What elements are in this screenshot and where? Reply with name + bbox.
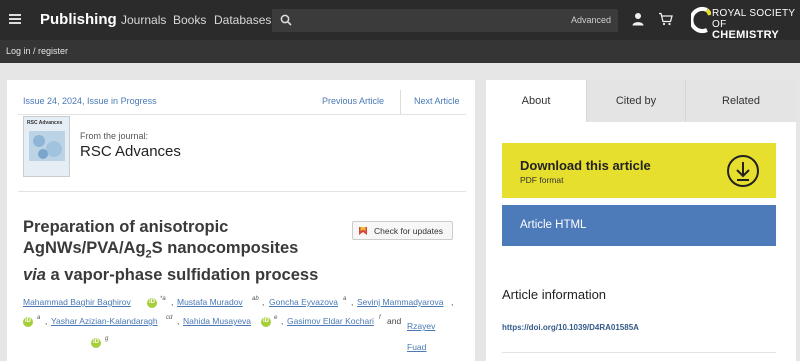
tab-about[interactable]: About (486, 80, 586, 122)
tab-cited-by[interactable]: Cited by (586, 80, 685, 122)
author-link[interactable]: Mustafa Muradov (177, 297, 243, 307)
check-for-updates-button[interactable]: Check for updates (352, 221, 453, 240)
divider (18, 114, 466, 115)
brand-title[interactable]: Publishing (40, 11, 117, 28)
nav-divider (400, 90, 401, 114)
sub-bar (0, 40, 800, 63)
search-input[interactable] (300, 11, 540, 29)
nav-databases[interactable]: Databases (214, 13, 271, 27)
article-html-button[interactable]: Article HTML (502, 205, 776, 246)
article-information-heading: Article information (502, 287, 607, 302)
nav-journals[interactable]: Journals (121, 13, 166, 27)
orcid-icon[interactable]: iD (147, 298, 157, 308)
advanced-search-link[interactable]: Advanced (571, 15, 611, 25)
author-link[interactable]: RzayevFuad Huseynali (407, 316, 463, 361)
nav-books[interactable]: Books (173, 13, 206, 27)
author-link[interactable]: Mahammad Baghir Baghirov (23, 297, 131, 307)
next-article-link[interactable]: Next Article (414, 96, 460, 106)
author-affiliation: ab (252, 296, 259, 302)
rsc-logo[interactable]: ROYAL SOCIETY OF CHEMISTRY (689, 5, 796, 41)
search-icon[interactable] (280, 14, 292, 26)
orcid-icon[interactable]: iD (91, 338, 101, 348)
divider (502, 352, 776, 353)
article-title: Preparation of anisotropic AgNWs/PVA/Ag2… (23, 218, 319, 285)
author-affiliation: a (343, 296, 347, 302)
cover-title: RSC Advances (27, 120, 63, 126)
divider (18, 191, 466, 192)
download-icon (727, 155, 759, 187)
author-affiliation: a (37, 315, 41, 321)
doi-link[interactable]: https://doi.org/10.1039/D4RA01585A (502, 323, 639, 332)
tab-related[interactable]: Related (685, 80, 796, 122)
journal-cover-thumbnail[interactable]: RSC Advances (23, 116, 70, 177)
author-affiliation: cd (166, 315, 173, 321)
cart-icon[interactable] (658, 12, 673, 26)
rsc-logo-text: ROYAL SOCIETY OF CHEMISTRY (712, 8, 796, 41)
rsc-logo-mark-icon (689, 7, 712, 33)
user-icon[interactable] (631, 12, 645, 26)
previous-article-link[interactable]: Previous Article (322, 96, 384, 106)
search-box: Advanced (272, 9, 618, 32)
orcid-icon[interactable]: iD (261, 317, 271, 327)
issue-link[interactable]: Issue 24, 2024, Issue in Progress (23, 96, 157, 106)
author-affiliation: e (274, 315, 278, 321)
author-link[interactable]: Gasimov Eldar Kochari (287, 316, 374, 326)
journal-name[interactable]: RSC Advances (80, 143, 181, 160)
from-journal-label: From the journal: (80, 131, 149, 141)
author-link[interactable]: Goncha Eyvazova (269, 297, 338, 307)
login-register-link[interactable]: Log in / register (6, 46, 68, 56)
author-link[interactable]: Nahida Musayeva (183, 316, 251, 326)
cover-art-icon (29, 131, 65, 161)
author-link[interactable]: Yashar Azizian-Kalandaragh (51, 316, 158, 326)
author-link[interactable]: Sevinj Mammadyarova (357, 297, 443, 307)
author-affiliation: f (379, 315, 381, 321)
menu-icon[interactable] (9, 14, 21, 24)
download-article-button[interactable]: Download this article PDF format (502, 143, 776, 198)
crossmark-icon (359, 227, 367, 235)
author-affiliation: *a (160, 296, 166, 302)
author-affiliation: g (105, 336, 109, 342)
orcid-icon[interactable]: iD (23, 317, 33, 327)
